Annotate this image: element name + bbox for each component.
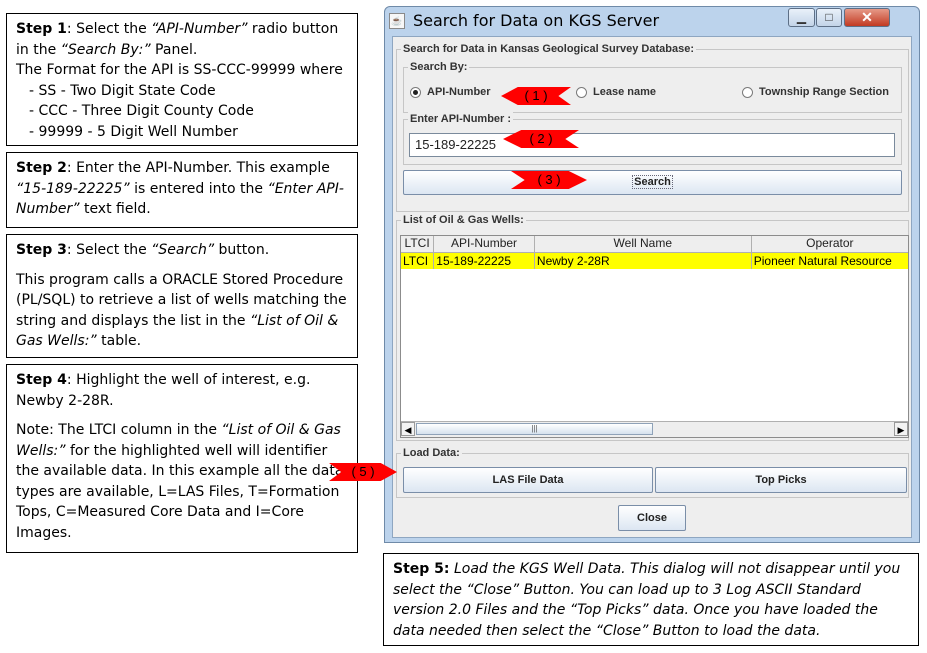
database-panel-title: Search for Data in Kansas Geological Sur… [401, 42, 697, 56]
step1-text-3: Panel. [150, 41, 198, 58]
step1-item: - CCC - Three Digit County Code [29, 103, 254, 119]
radio-lease-label: Lease name [593, 86, 656, 98]
step3-text-2: button. [214, 242, 270, 258]
step4-note: Step 4: Highlight the well of interest, … [6, 364, 358, 553]
cell-api-number: 15-189-22225 [434, 253, 535, 269]
search-button-label: Search [632, 175, 673, 189]
step1-format: The Format for the API is SS-CCC-99999 w… [16, 62, 343, 78]
step2-text-2: is entered into the [129, 180, 268, 197]
step2-label: Step 2 [16, 160, 67, 176]
radio-trs-label: Township Range Section [759, 86, 889, 98]
column-header-ltci[interactable]: LTCI [401, 236, 435, 252]
wells-list-panel: List of Oil & Gas Wells: LTCI API-Number… [396, 213, 909, 441]
step3-em-search: “Search” [151, 242, 215, 258]
step5-text: Load the KGS Well Data. This dialog will… [393, 561, 901, 639]
scroll-left-icon[interactable]: ◀ [401, 422, 415, 436]
window-title: Search for Data on KGS Server [413, 11, 660, 30]
dialog-content: Search for Data in Kansas Geological Sur… [392, 36, 912, 538]
step1-note: Step 1: Select the “API-Number” radio bu… [6, 13, 358, 146]
step1-text: : Select the [66, 21, 152, 37]
radio-unselected-icon [576, 86, 587, 98]
step5-note: Step 5: Load the KGS Well Data. This dia… [383, 553, 919, 646]
radio-api-number[interactable]: API-Number [410, 86, 491, 98]
cell-well-name: Newby 2-28R [535, 253, 752, 269]
radio-lease-name[interactable]: Lease name [576, 86, 656, 98]
search-by-title: Search By: [408, 60, 470, 74]
cell-ltci: LTCI [401, 253, 435, 269]
column-header-api-number[interactable]: API-Number [434, 236, 535, 252]
step1-label: Step 1 [16, 21, 67, 37]
horizontal-scrollbar[interactable]: ◀ ||| ▶ [401, 421, 908, 437]
wells-list-title: List of Oil & Gas Wells: [401, 213, 526, 227]
step2-text-3: text field. [79, 201, 151, 217]
step2-text: : Enter the API-Number. This example [66, 160, 330, 176]
table-header: LTCI API-Number Well Name Operator [401, 236, 908, 253]
minimize-icon[interactable]: ▁ [788, 8, 815, 27]
api-number-input[interactable]: 15-189-22225 [409, 133, 895, 157]
database-search-panel: Search for Data in Kansas Geological Sur… [396, 42, 909, 212]
load-data-panel: Load Data: LAS File Data Top Picks [396, 446, 909, 498]
step3-note: Step 3: Select the “Search” button. This… [6, 234, 358, 358]
scroll-right-icon[interactable]: ▶ [894, 422, 908, 436]
table-row[interactable]: LTCI 15-189-22225 Newby 2-28R Pioneer Na… [401, 253, 908, 269]
radio-api-label: API-Number [427, 86, 491, 98]
step1-item: - SS - Two Digit State Code [29, 82, 216, 99]
maximize-icon[interactable]: □ [816, 8, 842, 27]
step4-para-end: for the highlighted well will identifier… [16, 442, 344, 541]
search-by-panel: Search By: API-Number Lease name Townshi… [403, 60, 902, 113]
api-number-panel: Enter API-Number : 15-189-22225 [403, 112, 902, 165]
column-header-well-name[interactable]: Well Name [535, 236, 752, 252]
close-icon[interactable]: ✕ [844, 8, 890, 27]
step4-label: Step 4 [16, 372, 67, 388]
step3-para-end: table. [96, 333, 142, 349]
step2-em-api: “15-189-22225” [16, 180, 130, 197]
radio-township-range-section[interactable]: Township Range Section [742, 86, 889, 98]
radio-selected-icon [410, 86, 421, 98]
api-number-title: Enter API-Number : [408, 112, 514, 126]
las-file-data-button[interactable]: LAS File Data [403, 467, 653, 493]
step2-note: Step 2: Enter the API-Number. This examp… [6, 152, 358, 228]
load-data-title: Load Data: [401, 446, 462, 460]
step4-para: Note: The LTCI column in the [16, 422, 222, 438]
title-bar[interactable]: ☕ Search for Data on KGS Server ▁ □ ✕ [385, 7, 919, 35]
top-picks-button[interactable]: Top Picks [655, 467, 907, 493]
cell-operator: Pioneer Natural Resource [753, 254, 892, 268]
kgs-search-window: ☕ Search for Data on KGS Server ▁ □ ✕ Se… [384, 6, 920, 543]
column-header-operator[interactable]: Operator [752, 236, 908, 252]
scroll-thumb[interactable]: ||| [416, 423, 653, 435]
step1-em-api: “API-Number” [151, 21, 248, 37]
java-app-icon: ☕ [389, 13, 405, 29]
close-button[interactable]: Close [618, 505, 686, 531]
search-button[interactable]: Search [403, 170, 902, 195]
step3-text: : Select the [66, 242, 152, 258]
step1-em-searchby: “Search By:” [60, 41, 151, 58]
radio-unselected-icon [742, 86, 753, 98]
step5-label: Step 5: [393, 561, 450, 577]
step1-item: - 99999 - 5 Digit Well Number [29, 123, 238, 140]
scroll-grip: ||| [531, 424, 538, 433]
wells-table: LTCI API-Number Well Name Operator LTCI … [400, 235, 909, 438]
step3-label: Step 3 [16, 242, 67, 258]
